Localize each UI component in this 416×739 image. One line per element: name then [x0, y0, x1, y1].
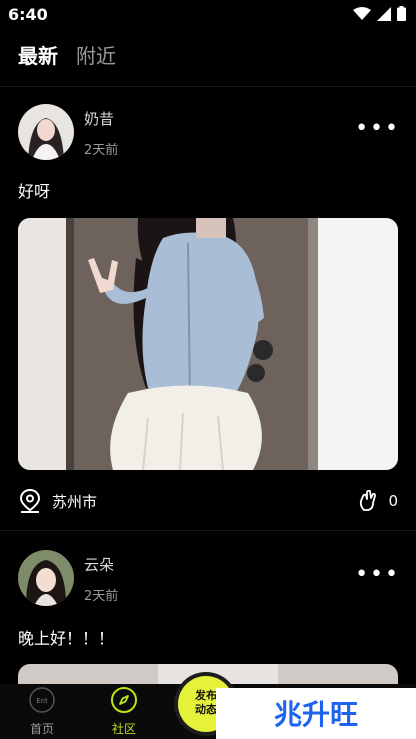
location-pin-icon — [19, 488, 41, 513]
status-bar: 6:40 — [0, 0, 416, 30]
like-row[interactable]: 0 — [358, 490, 398, 512]
tab-nearby[interactable]: 附近 — [76, 40, 116, 69]
post-text: 晚上好！！！ — [18, 629, 115, 648]
header-divider — [0, 86, 416, 87]
post-username[interactable]: 奶昔 — [84, 108, 114, 129]
avatar[interactable] — [18, 104, 74, 160]
post-divider — [0, 530, 416, 531]
tab-latest[interactable]: 最新 — [18, 40, 58, 69]
nav-home[interactable]: Ent 首页 — [17, 686, 67, 737]
signal-icon — [377, 6, 391, 21]
battery-icon — [397, 6, 406, 21]
home-icon-badge: Ent — [36, 697, 48, 705]
like-count: 0 — [388, 492, 398, 510]
compass-icon — [111, 687, 137, 713]
location-row: 苏州市 — [18, 488, 97, 514]
watermark-logo: 兆升旺 — [216, 688, 416, 739]
post-username[interactable]: 云朵 — [84, 554, 114, 575]
post-image[interactable] — [18, 218, 398, 470]
watermark-text: 兆升旺 — [274, 698, 358, 731]
nav-home-label: 首页 — [29, 722, 54, 736]
post-text: 好呀 — [18, 182, 51, 201]
post-time: 2天前 — [84, 589, 119, 604]
home-icon: Ent — [29, 687, 55, 713]
more-options-icon[interactable]: ••• — [355, 562, 400, 587]
location-text: 苏州市 — [52, 492, 98, 511]
nav-community-label: 社区 — [111, 722, 136, 736]
avatar[interactable] — [18, 550, 74, 606]
like-hand-icon[interactable] — [358, 490, 378, 512]
wifi-icon — [353, 6, 371, 20]
feed-tabs: 最新 附近 — [18, 40, 116, 69]
post-time: 2天前 — [84, 143, 119, 158]
nav-community[interactable]: 社区 — [99, 686, 149, 737]
status-icons — [353, 6, 406, 21]
more-options-icon[interactable]: ••• — [355, 116, 400, 141]
status-time: 6:40 — [8, 5, 48, 24]
